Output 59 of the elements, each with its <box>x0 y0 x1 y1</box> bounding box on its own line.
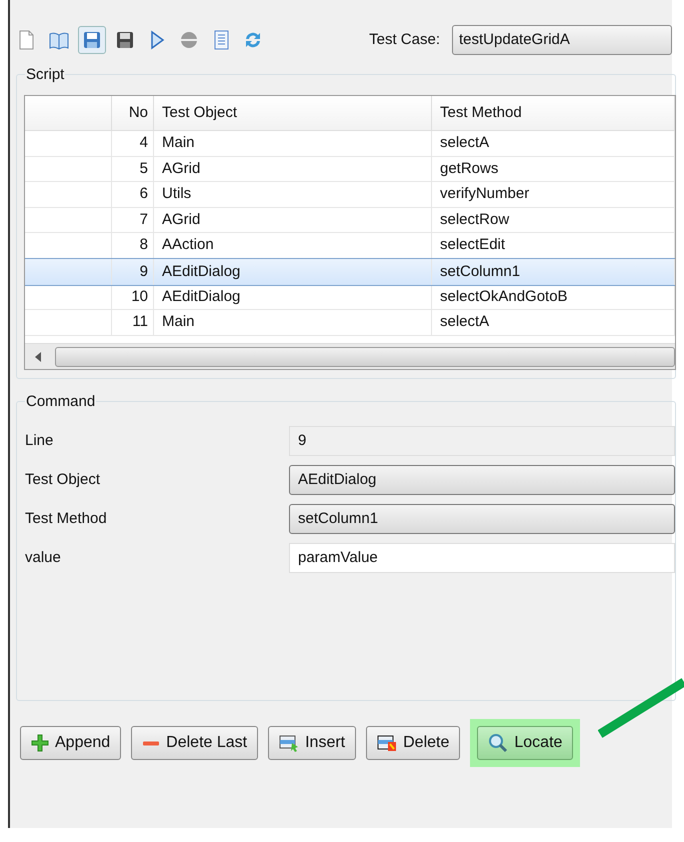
table-cell: 6 <box>112 182 154 207</box>
table-cell: Main <box>154 310 432 335</box>
minus-icon <box>142 740 160 746</box>
table-cell: selectRow <box>432 208 675 232</box>
field-label: Test Method <box>24 508 108 529</box>
table-cell: AGrid <box>154 208 432 232</box>
stop-icon[interactable] <box>179 30 199 50</box>
test-case-label: Test Case: <box>369 30 440 50</box>
table-row[interactable]: 5 AGrid getRows <box>25 156 675 182</box>
action-button[interactable]: Insert <box>268 726 356 760</box>
action-button[interactable]: Append <box>20 726 122 760</box>
plus-icon <box>31 734 49 752</box>
table-cell: getRows <box>432 156 675 182</box>
column-header[interactable]: No <box>112 96 154 130</box>
table-cell: 4 <box>112 131 154 156</box>
scrollbar-thumb[interactable] <box>55 346 675 366</box>
search-icon <box>488 733 508 753</box>
table-cell: 7 <box>112 208 154 232</box>
save-icon[interactable] <box>115 30 135 50</box>
table-cell: 10 <box>112 284 154 310</box>
column-header[interactable]: Test Object <box>154 96 432 130</box>
table-cell: selectOkAndGotoB <box>432 284 675 310</box>
table-cell: verifyNumber <box>432 182 675 207</box>
dropdown[interactable]: setColumn1 <box>289 504 675 534</box>
table-cell: setColumn1 <box>432 258 675 285</box>
field-label: Line <box>24 430 54 451</box>
dropdown[interactable]: AEditDialog <box>289 465 675 495</box>
refresh-icon[interactable] <box>243 30 263 50</box>
table-cell: 9 <box>112 258 154 285</box>
test-case-dropdown[interactable]: testUpdateGridA <box>452 25 672 55</box>
delete-row-icon <box>377 734 398 752</box>
table-row[interactable]: 9 AEditDialog setColumn1 <box>25 258 675 285</box>
table-row[interactable]: 6 Utils verifyNumber <box>25 182 675 208</box>
table-row[interactable]: 4 Main selectA <box>25 131 675 157</box>
table-cell: AEditDialog <box>154 284 432 310</box>
table-cell: Utils <box>154 182 432 207</box>
horizontal-scrollbar[interactable] <box>25 343 675 369</box>
table-cell: AGrid <box>154 156 432 182</box>
line-field[interactable]: 9 <box>289 426 675 456</box>
table-cell: Main <box>154 131 432 156</box>
book-icon[interactable] <box>49 30 69 50</box>
table-row[interactable]: 7 AGrid selectRow <box>25 208 675 234</box>
field-label: value <box>24 548 62 568</box>
scroll-left-icon[interactable] <box>35 352 41 362</box>
table-row[interactable]: 10 AEditDialog selectOkAndGotoB <box>25 284 675 310</box>
column-header[interactable]: Test Method <box>432 96 675 130</box>
save-icon[interactable] <box>82 30 102 50</box>
insert-row-icon <box>279 734 300 752</box>
action-button[interactable]: Delete Last <box>131 726 258 760</box>
action-button[interactable]: Delete <box>366 726 460 760</box>
action-button[interactable]: Locate <box>477 726 574 760</box>
table-cell: selectA <box>432 310 675 335</box>
table-cell: selectA <box>432 131 675 156</box>
input-field[interactable]: paramValue <box>289 543 675 573</box>
table-cell: 5 <box>112 156 154 182</box>
table-cell: 11 <box>112 310 154 335</box>
field-label: Test Object <box>24 470 102 490</box>
table-row[interactable]: 11 Main selectA <box>25 310 675 336</box>
table-cell: AEditDialog <box>154 258 432 285</box>
